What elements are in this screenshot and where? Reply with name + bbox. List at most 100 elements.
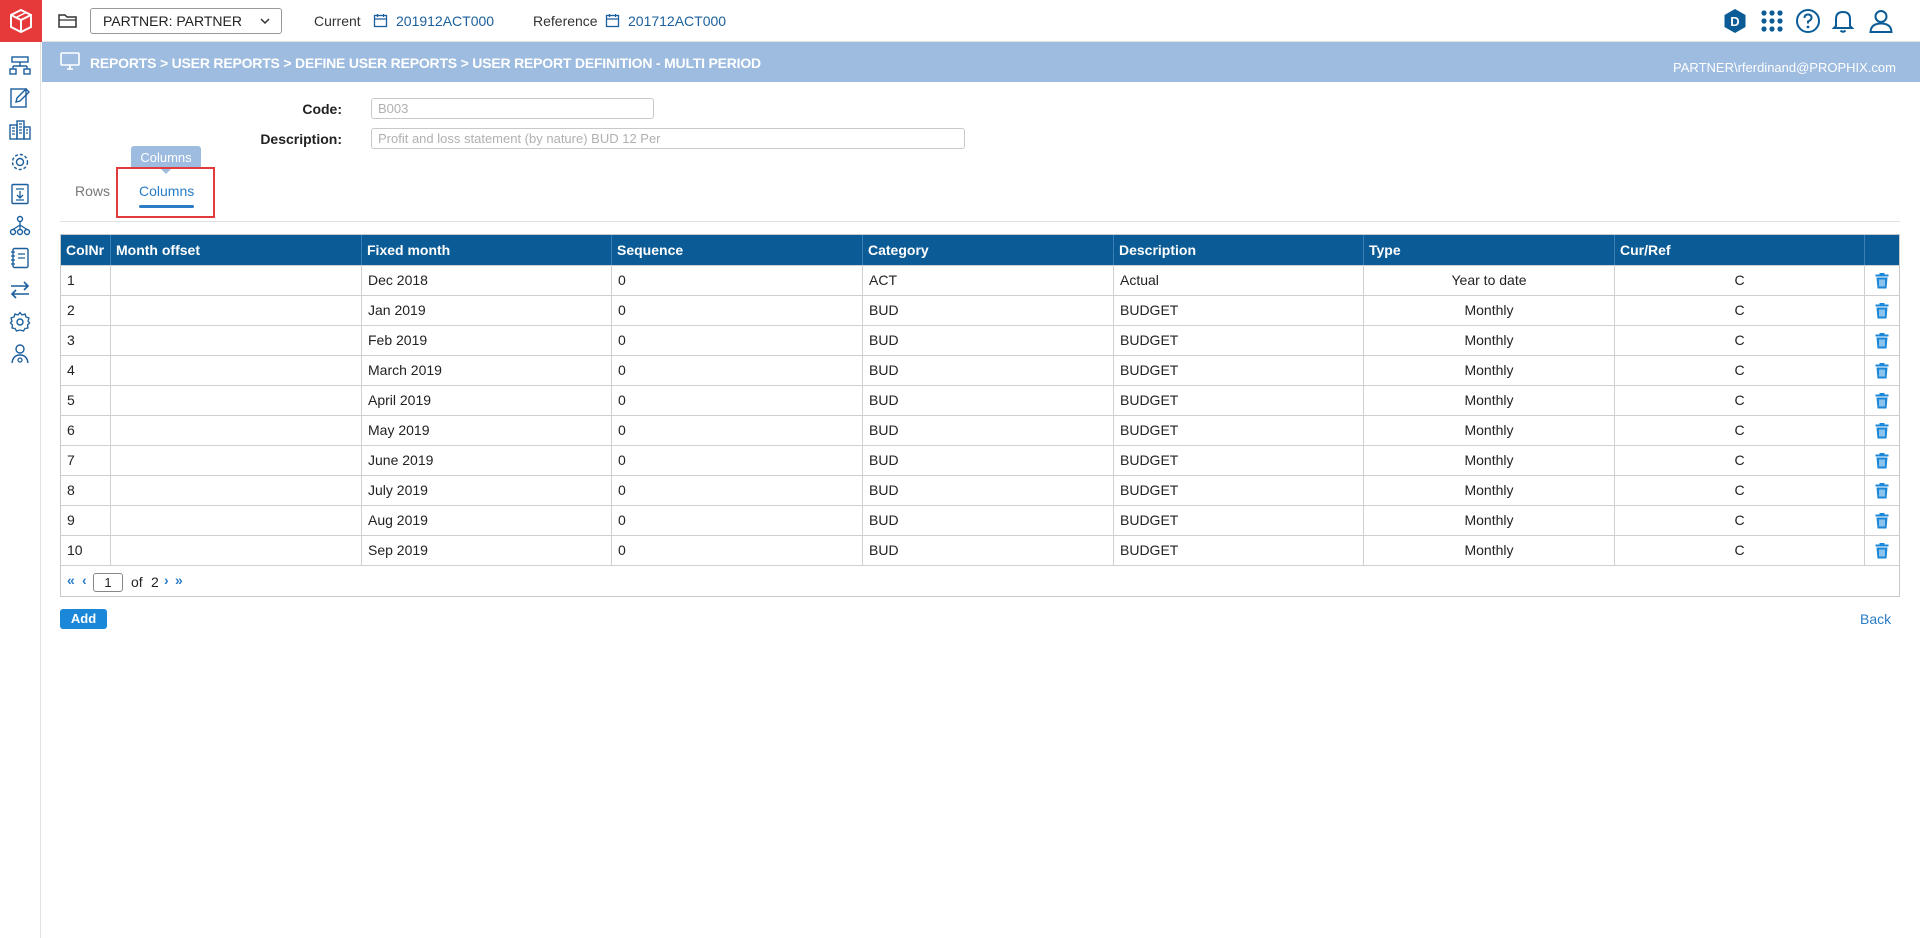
cell-fixed-month[interactable]: June 2019 [362, 446, 612, 475]
cell-cur-ref[interactable]: C [1615, 476, 1865, 505]
entity-select[interactable]: PARTNER: PARTNER [90, 8, 282, 34]
cell-description[interactable]: BUDGET [1114, 356, 1364, 385]
cell-sequence[interactable]: 0 [612, 296, 863, 325]
cell-colnr[interactable]: 2 [61, 296, 111, 325]
page-number-input[interactable]: 1 [93, 573, 123, 592]
cell-fixed-month[interactable]: March 2019 [362, 356, 612, 385]
cell-colnr[interactable]: 4 [61, 356, 111, 385]
cell-fixed-month[interactable]: May 2019 [362, 416, 612, 445]
cell-colnr[interactable]: 3 [61, 326, 111, 355]
cell-category[interactable]: BUD [863, 386, 1114, 415]
cell-month-offset[interactable] [111, 536, 362, 565]
cell-type[interactable]: Monthly [1364, 386, 1615, 415]
cell-category[interactable]: BUD [863, 296, 1114, 325]
back-link[interactable]: Back [1860, 611, 1891, 627]
tab-rows[interactable]: Rows [75, 183, 110, 199]
cell-fixed-month[interactable]: Sep 2019 [362, 536, 612, 565]
cell-sequence[interactable]: 0 [612, 416, 863, 445]
cell-fixed-month[interactable]: July 2019 [362, 476, 612, 505]
cell-type[interactable]: Monthly [1364, 356, 1615, 385]
header-fixed-month[interactable]: Fixed month [362, 235, 612, 265]
reference-period-link[interactable]: 201712ACT000 [628, 13, 726, 29]
header-description[interactable]: Description [1114, 235, 1364, 265]
notifications-button[interactable] [1830, 8, 1856, 34]
cell-description[interactable]: BUDGET [1114, 446, 1364, 475]
header-colnr[interactable]: ColNr [61, 235, 111, 265]
cell-cur-ref[interactable]: C [1615, 416, 1865, 445]
cell-description[interactable]: BUDGET [1114, 536, 1364, 565]
gear-icon[interactable] [9, 311, 31, 333]
trash-icon[interactable] [1875, 273, 1889, 289]
table-row[interactable]: 9 Aug 2019 0 BUD BUDGET Monthly C [61, 505, 1899, 535]
transfer-arrows-icon[interactable] [9, 279, 31, 301]
cell-cur-ref[interactable]: C [1615, 386, 1865, 415]
table-row[interactable]: 4 March 2019 0 BUD BUDGET Monthly C [61, 355, 1899, 385]
cell-colnr[interactable]: 5 [61, 386, 111, 415]
description-field[interactable]: Profit and loss statement (by nature) BU… [371, 128, 965, 149]
cell-type[interactable]: Monthly [1364, 536, 1615, 565]
help-button[interactable] [1795, 8, 1821, 34]
cell-month-offset[interactable] [111, 296, 362, 325]
current-period-link[interactable]: 201912ACT000 [396, 13, 494, 29]
org-tree-icon[interactable] [9, 215, 31, 237]
hierarchy-icon[interactable] [9, 55, 31, 77]
d-badge-button[interactable]: D [1722, 8, 1748, 34]
next-page-button[interactable]: › [164, 573, 169, 587]
cell-cur-ref[interactable]: C [1615, 326, 1865, 355]
trash-icon[interactable] [1875, 423, 1889, 439]
table-row[interactable]: 8 July 2019 0 BUD BUDGET Monthly C [61, 475, 1899, 505]
cell-colnr[interactable]: 1 [61, 266, 111, 295]
users-admin-icon[interactable] [9, 343, 31, 365]
edit-document-icon[interactable] [9, 87, 31, 109]
trash-icon[interactable] [1875, 393, 1889, 409]
table-row[interactable]: 10 Sep 2019 0 BUD BUDGET Monthly C [61, 535, 1899, 565]
cell-sequence[interactable]: 0 [612, 326, 863, 355]
cell-month-offset[interactable] [111, 506, 362, 535]
header-month-offset[interactable]: Month offset [111, 235, 362, 265]
cell-fixed-month[interactable]: April 2019 [362, 386, 612, 415]
cell-type[interactable]: Year to date [1364, 266, 1615, 295]
folder-icon[interactable] [58, 12, 78, 30]
trash-icon[interactable] [1875, 333, 1889, 349]
calendar-icon[interactable] [373, 13, 388, 28]
apps-grid-button[interactable] [1759, 8, 1785, 34]
cell-description[interactable]: BUDGET [1114, 476, 1364, 505]
cell-sequence[interactable]: 0 [612, 356, 863, 385]
cell-sequence[interactable]: 0 [612, 266, 863, 295]
header-cur-ref[interactable]: Cur/Ref [1615, 235, 1865, 265]
user-profile-button[interactable] [1868, 8, 1894, 34]
cell-cur-ref[interactable]: C [1615, 296, 1865, 325]
cell-description[interactable]: BUDGET [1114, 416, 1364, 445]
table-row[interactable]: 6 May 2019 0 BUD BUDGET Monthly C [61, 415, 1899, 445]
table-row[interactable]: 5 April 2019 0 BUD BUDGET Monthly C [61, 385, 1899, 415]
cell-type[interactable]: Monthly [1364, 326, 1615, 355]
cell-fixed-month[interactable]: Aug 2019 [362, 506, 612, 535]
cell-description[interactable]: BUDGET [1114, 506, 1364, 535]
table-row[interactable]: 1 Dec 2018 0 ACT Actual Year to date C [61, 265, 1899, 295]
cell-colnr[interactable]: 6 [61, 416, 111, 445]
cell-category[interactable]: BUD [863, 416, 1114, 445]
cell-fixed-month[interactable]: Dec 2018 [362, 266, 612, 295]
cell-sequence[interactable]: 0 [612, 476, 863, 505]
settings-cog-icon[interactable] [9, 151, 31, 173]
code-field[interactable]: B003 [371, 98, 654, 119]
cell-colnr[interactable]: 8 [61, 476, 111, 505]
cell-colnr[interactable]: 9 [61, 506, 111, 535]
cell-month-offset[interactable] [111, 326, 362, 355]
app-logo[interactable] [0, 0, 42, 42]
cell-type[interactable]: Monthly [1364, 416, 1615, 445]
trash-icon[interactable] [1875, 513, 1889, 529]
cell-colnr[interactable]: 7 [61, 446, 111, 475]
cell-fixed-month[interactable]: Jan 2019 [362, 296, 612, 325]
header-category[interactable]: Category [863, 235, 1114, 265]
table-row[interactable]: 7 June 2019 0 BUD BUDGET Monthly C [61, 445, 1899, 475]
cell-category[interactable]: BUD [863, 326, 1114, 355]
cell-type[interactable]: Monthly [1364, 506, 1615, 535]
cell-category[interactable]: BUD [863, 506, 1114, 535]
cell-month-offset[interactable] [111, 356, 362, 385]
cell-month-offset[interactable] [111, 266, 362, 295]
table-row[interactable]: 2 Jan 2019 0 BUD BUDGET Monthly C [61, 295, 1899, 325]
table-row[interactable]: 3 Feb 2019 0 BUD BUDGET Monthly C [61, 325, 1899, 355]
cell-sequence[interactable]: 0 [612, 386, 863, 415]
cell-cur-ref[interactable]: C [1615, 356, 1865, 385]
